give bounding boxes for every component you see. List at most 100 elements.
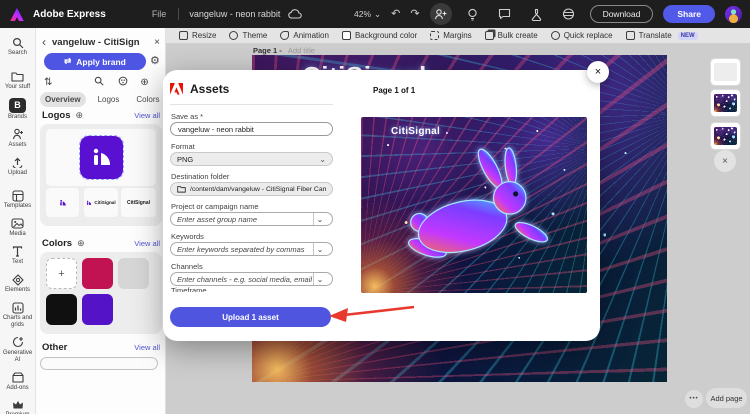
tab-colors[interactable]: Colors <box>131 92 164 107</box>
avatar[interactable] <box>725 5 742 23</box>
logo-variant-tile[interactable] <box>46 188 79 217</box>
sidebar-item-templates[interactable]: Templates <box>0 186 36 214</box>
theme-button[interactable]: Theme <box>229 31 267 40</box>
file-menu[interactable]: File <box>152 9 167 19</box>
add-logo-icon[interactable]: ⊕ <box>76 110 84 121</box>
page-thumbnail[interactable] <box>711 59 740 85</box>
page-number-label: Page 1 - <box>253 46 282 55</box>
more-options-button[interactable]: ••• <box>685 390 703 408</box>
quick-replace-button[interactable]: Quick replace <box>550 31 613 40</box>
upload-icon <box>11 156 24 169</box>
annotation-arrow <box>329 305 415 322</box>
tab-logos[interactable]: Logos <box>93 92 125 107</box>
cloud-sync-icon[interactable] <box>288 9 303 19</box>
back-button[interactable]: ‹ <box>42 35 46 49</box>
color-swatch[interactable] <box>118 258 149 289</box>
app-title: Adobe Express <box>33 8 106 20</box>
timeframe-label: Timeframe <box>171 286 207 292</box>
top-bar: Adobe Express File vangeluw - neon rabbi… <box>0 0 750 28</box>
color-swatch[interactable] <box>82 294 113 325</box>
close-dialog-button[interactable]: × <box>587 61 609 83</box>
colors-view-all-link[interactable]: View all <box>134 239 160 248</box>
share-button[interactable]: Share <box>663 5 715 23</box>
format-select[interactable]: PNG ⌄ <box>170 152 333 166</box>
project-name-label: Project or campaign name <box>171 202 259 211</box>
color-swatch[interactable] <box>46 294 77 325</box>
primary-logo-tile[interactable] <box>46 129 156 186</box>
colors-card: + <box>40 252 162 334</box>
logo-variant-tile[interactable]: CitiSignal <box>121 188 156 217</box>
undo-button[interactable]: ↶ <box>391 8 400 20</box>
save-as-input[interactable]: vangeluw - neon rabbit <box>170 122 333 136</box>
artwork-thumb <box>714 94 737 112</box>
add-title-placeholder[interactable]: Add title <box>288 46 315 55</box>
page-thumbnail[interactable] <box>711 123 740 149</box>
brand-settings-gear-icon[interactable]: ⚙ <box>150 54 160 67</box>
zoom-control[interactable]: 42% ⌄ <box>354 9 381 20</box>
folder-icon <box>11 70 24 83</box>
project-name-select[interactable]: Enter asset group name ⌄ <box>170 212 333 226</box>
suggestions-icon[interactable] <box>462 3 484 25</box>
bulk-create-icon <box>484 31 494 40</box>
sort-icon[interactable]: ⇅ <box>44 77 52 88</box>
panel-search-icon[interactable] <box>94 76 104 89</box>
sidebar-item-search[interactable]: Search <box>0 33 36 61</box>
page-meta: Page 1 - Add title <box>253 46 315 55</box>
invite-collaborators-button[interactable] <box>429 3 452 25</box>
sidebar-item-add-ons[interactable]: Add-ons <box>0 368 36 396</box>
logos-view-all-link[interactable]: View all <box>134 111 160 120</box>
document-title[interactable]: vangeluw - neon rabbit <box>189 9 280 19</box>
channels-select[interactable]: Enter channels - e.g. social media, emai… <box>170 272 333 286</box>
background-color-button[interactable]: Background color <box>341 31 417 40</box>
media-icon <box>11 217 24 230</box>
sidebar-item-upload[interactable]: Upload <box>0 153 36 181</box>
sidebar-item-premium[interactable]: Premium <box>0 395 36 414</box>
translate-button[interactable]: Translate NEW <box>625 31 698 40</box>
comments-icon[interactable] <box>494 3 516 25</box>
logo-variant-tile[interactable]: CitiSignal <box>84 188 118 217</box>
redo-button[interactable]: ↷ <box>410 8 419 20</box>
chevron-down-icon: ⌄ <box>313 213 326 225</box>
add-ons-icon <box>11 371 24 384</box>
keywords-label: Keywords <box>171 232 204 241</box>
adobe-express-logo <box>10 7 24 21</box>
sidebar-item-generative-ai[interactable]: Generative AI <box>0 333 36 368</box>
palette-icon[interactable] <box>118 76 128 89</box>
sidebar-item-elements[interactable]: Elements <box>0 270 36 298</box>
upload-asset-button[interactable]: Upload 1 asset <box>170 307 331 327</box>
add-color-icon[interactable]: ⊕ <box>77 238 85 249</box>
color-swatch[interactable] <box>82 258 113 289</box>
other-heading: Other <box>42 342 68 353</box>
artwork-thumb <box>714 127 737 145</box>
shuffle-icon: ⇄ <box>64 56 72 66</box>
close-pages-rail-button[interactable]: × <box>714 150 736 172</box>
apply-brand-button[interactable]: ⇄ Apply brand <box>44 53 146 70</box>
resize-button[interactable]: Resize <box>179 31 216 40</box>
adobe-logo <box>170 83 183 95</box>
sidebar-item-text[interactable]: Text <box>0 242 36 270</box>
generative-ai-icon <box>11 336 24 349</box>
sidebar-item-assets[interactable]: Assets <box>0 125 36 153</box>
other-view-all-link[interactable]: View all <box>134 343 160 352</box>
add-asset-icon[interactable]: ⊕ <box>140 77 148 88</box>
left-nav-rail: Search Your stuff B Brands Assets Upload… <box>0 28 36 414</box>
sidebar-item-charts-and-grids[interactable]: Charts and grids <box>0 298 36 333</box>
beta-labs-icon[interactable] <box>526 3 548 25</box>
close-panel-button[interactable]: × <box>154 37 160 48</box>
sidebar-item-media[interactable]: Media <box>0 214 36 242</box>
add-page-button[interactable]: Add page <box>706 388 747 408</box>
keywords-select[interactable]: Enter keywords separated by commas ⌄ <box>170 242 333 256</box>
bulk-create-button[interactable]: Bulk create <box>484 31 538 40</box>
dialog-title: Assets <box>190 82 230 96</box>
add-swatch-tile[interactable]: + <box>46 258 77 289</box>
sidebar-item-your-stuff[interactable]: Your stuff <box>0 67 36 95</box>
tab-overview[interactable]: Overview <box>40 92 86 107</box>
page-thumbnail[interactable] <box>711 90 740 116</box>
sidebar-item-brands[interactable]: B Brands <box>0 95 36 125</box>
quick-replace-icon <box>550 31 560 40</box>
download-button[interactable]: Download <box>589 5 654 23</box>
animation-button[interactable]: Animation <box>280 31 329 40</box>
margins-button[interactable]: Margins <box>430 31 472 40</box>
other-asset-pill[interactable] <box>40 357 158 370</box>
print-icon[interactable] <box>558 3 580 25</box>
